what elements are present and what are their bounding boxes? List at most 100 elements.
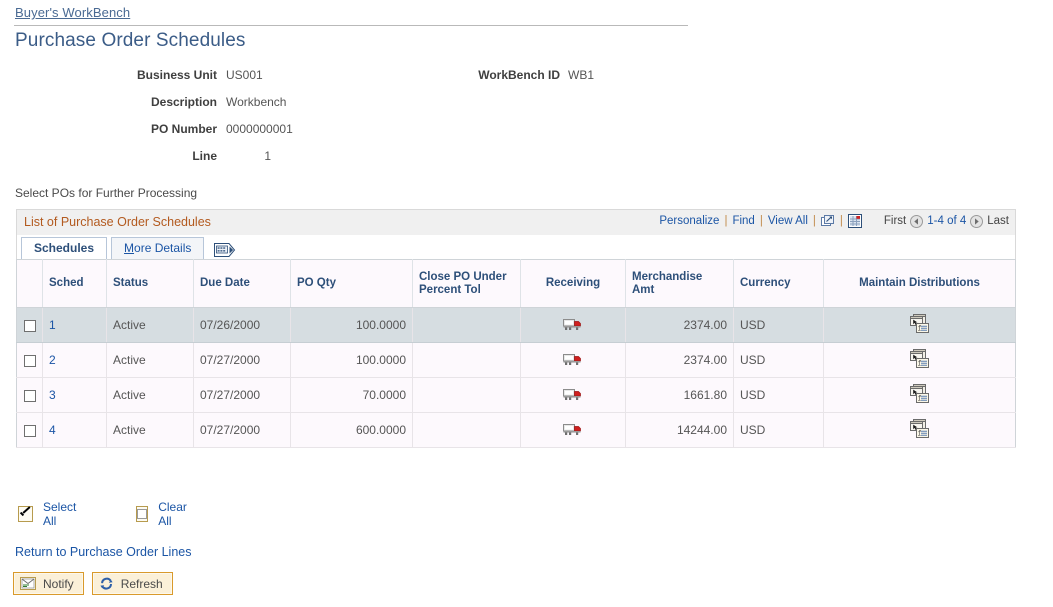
truck-icon[interactable] (563, 387, 583, 401)
row-select-checkbox[interactable] (24, 320, 36, 332)
link-separator-1: | (724, 215, 727, 227)
table-row[interactable]: 1Active07/26/2000100.00002374.00USD1 (17, 308, 1016, 343)
field-row-po-number: PO Number 0000000001 (0, 122, 1053, 149)
cell-due-date: 07/27/2000 (194, 343, 291, 378)
row-checkbox-cell (17, 378, 43, 413)
grid-header-bar: List of Purchase Order Schedules Persona… (16, 209, 1016, 235)
po-number-label: PO Number (12, 122, 217, 136)
cell-receiving (521, 343, 626, 378)
cell-sched: 3 (43, 378, 107, 413)
pager-first-label[interactable]: First (884, 215, 906, 227)
cell-due-date: 07/27/2000 (194, 378, 291, 413)
distributions-icon[interactable]: 1 (910, 384, 930, 403)
new-window-icon[interactable] (821, 215, 835, 228)
pager-count[interactable]: 1-4 of 4 (927, 215, 966, 227)
tab-schedules[interactable]: Schedules (21, 237, 107, 259)
breadcrumb-buyers-workbench[interactable]: Buyer's WorkBench (15, 5, 130, 20)
next-arrow-icon[interactable] (970, 215, 983, 228)
schedules-table: Sched Status Due Date PO Qty Close PO Un… (16, 259, 1016, 448)
row-checkbox-cell (17, 308, 43, 343)
col-header-close-po: Close PO Under Percent Tol (413, 260, 521, 308)
select-all-control[interactable]: Select All (18, 500, 77, 528)
description-value: Workbench (226, 95, 286, 109)
table-row[interactable]: 2 Active07/27/2000100.0000 2374.00USD 1 (17, 343, 1016, 378)
sched-link[interactable]: 4 (49, 423, 56, 437)
link-separator-2: | (760, 215, 763, 227)
personalize-link[interactable]: Personalize (659, 215, 719, 227)
col-header-checkbox (17, 260, 43, 308)
purchase-order-schedules-page: Buyer's WorkBench Purchase Order Schedul… (0, 0, 1053, 607)
cell-merchandise-amt: 2374.00 (626, 343, 734, 378)
table-row[interactable]: 4Active07/27/2000600.000014244.00USD1 (17, 413, 1016, 448)
distributions-icon[interactable]: 1 (910, 349, 930, 368)
download-spreadsheet-icon[interactable] (848, 214, 862, 228)
cell-close-po-under-percent-tol (413, 378, 521, 413)
row-select-checkbox[interactable] (24, 355, 36, 367)
clear-all-link[interactable]: Clear All (158, 500, 191, 528)
show-all-columns-icon[interactable] (214, 242, 236, 258)
tab-schedules-label: Schedules (34, 241, 94, 255)
field-row-line: Line 1 (0, 149, 1053, 176)
row-select-checkbox[interactable] (24, 390, 36, 402)
purchase-order-schedules-grid: List of Purchase Order Schedules Persona… (16, 209, 1016, 448)
cell-po-qty: 100.0000 (291, 343, 413, 378)
col-header-due-date: Due Date (194, 260, 291, 308)
cell-currency: USD (734, 343, 824, 378)
cell-po-qty: 100.0000 (291, 308, 413, 343)
cell-po-qty: 70.0000 (291, 378, 413, 413)
distributions-icon[interactable]: 1 (910, 419, 930, 438)
cell-sched: 1 (43, 308, 107, 343)
pager-last-label[interactable]: Last (987, 215, 1009, 227)
cell-maintain-distributions: 1 (824, 343, 1016, 378)
grid-tab-strip: Schedules More Details (16, 235, 1016, 259)
refresh-button-label: Refresh (121, 578, 163, 590)
empty-box-icon[interactable] (136, 506, 148, 522)
truck-icon[interactable] (563, 422, 583, 436)
cell-currency: USD (734, 308, 824, 343)
cell-maintain-distributions: 1 (824, 308, 1016, 343)
cell-close-po-under-percent-tol (413, 343, 521, 378)
row-select-checkbox[interactable] (24, 425, 36, 437)
cell-status: Active (107, 378, 194, 413)
cell-maintain-distributions: 1 (824, 378, 1016, 413)
cell-status: Active (107, 413, 194, 448)
notify-button-label: Notify (43, 578, 74, 590)
clear-all-control[interactable]: Clear All (136, 500, 191, 528)
grid-toolbar: Personalize | Find | View All | | (659, 214, 1009, 228)
cell-close-po-under-percent-tol (413, 413, 521, 448)
view-all-link[interactable]: View All (768, 215, 808, 227)
grid-pager: First 1-4 of 4 Last (884, 215, 1009, 228)
cell-status: Active (107, 308, 194, 343)
sched-link[interactable]: 3 (49, 388, 56, 402)
notify-button[interactable]: Notify (13, 572, 84, 595)
cell-due-date: 07/26/2000 (194, 308, 291, 343)
sched-link[interactable]: 2 (49, 353, 56, 367)
refresh-button[interactable]: Refresh (92, 572, 173, 595)
table-row[interactable]: 3Active07/27/200070.00001661.80USD1 (17, 378, 1016, 413)
col-header-po-qty: PO Qty (291, 260, 413, 308)
notify-icon (20, 577, 36, 590)
tab-more-details[interactable]: More Details (111, 237, 204, 259)
col-header-currency: Currency (734, 260, 824, 308)
select-all-link[interactable]: Select All (43, 500, 77, 528)
cell-sched: 2 (43, 343, 107, 378)
field-row-description: Description Workbench (0, 95, 1053, 122)
truck-icon[interactable] (563, 352, 583, 366)
previous-arrow-icon[interactable] (910, 215, 923, 228)
truck-icon[interactable] (563, 317, 583, 331)
cell-due-date: 07/27/2000 (194, 413, 291, 448)
checked-box-icon[interactable] (18, 506, 33, 522)
find-link[interactable]: Find (732, 215, 754, 227)
cell-merchandise-amt: 14244.00 (626, 413, 734, 448)
sched-link[interactable]: 1 (49, 318, 56, 332)
col-header-sched: Sched (43, 260, 107, 308)
po-number-value: 0000000001 (226, 122, 293, 136)
table-header-row: Sched Status Due Date PO Qty Close PO Un… (17, 260, 1016, 308)
cell-sched: 4 (43, 413, 107, 448)
link-separator-3: | (813, 215, 816, 227)
return-to-purchase-order-lines-link[interactable]: Return to Purchase Order Lines (15, 545, 191, 559)
workbench-id-label: WorkBench ID (350, 68, 560, 82)
cell-status: Active (107, 343, 194, 378)
distributions-icon[interactable]: 1 (910, 314, 930, 333)
workbench-id-value: WB1 (568, 68, 594, 82)
